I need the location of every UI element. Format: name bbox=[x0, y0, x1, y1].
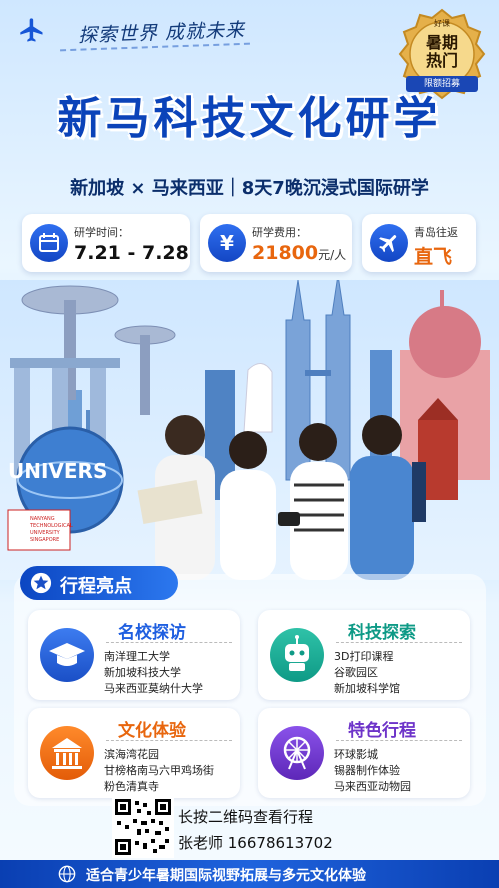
badge-main-text: 暑期 热门 bbox=[396, 34, 488, 70]
feature-item: 环球影城 bbox=[334, 748, 378, 761]
svg-text:¥: ¥ bbox=[220, 231, 234, 255]
sign-line-3: UNIVERSITY bbox=[30, 530, 61, 536]
feature-divider bbox=[336, 642, 462, 643]
calendar-icon bbox=[30, 224, 68, 262]
feature-item: 甘榜格南马六甲鸡场街 bbox=[104, 764, 214, 777]
fee-value-group: 21800元/人 bbox=[252, 242, 346, 264]
feature-item: 滨海湾花园 bbox=[104, 748, 159, 761]
airplane-icon bbox=[20, 18, 43, 42]
sign-line-2: TECHNOLOGICAL bbox=[29, 523, 73, 529]
highlights-heading: 行程亮点 bbox=[20, 566, 178, 600]
info-card-flight: 青岛往返 直飞 bbox=[362, 214, 476, 272]
fee-unit: 元/人 bbox=[318, 248, 347, 262]
badge-line-2: 热门 bbox=[425, 51, 458, 70]
travel-photo: UNIVERS NANYANG TECHNOLOGICAL UNIVERSITY… bbox=[0, 280, 499, 580]
flight-label: 青岛往返 bbox=[414, 226, 458, 239]
footer-banner: 适合青少年暑期国际视野拓展与多元文化体验 bbox=[0, 860, 499, 888]
info-card-dates: 研学时间： 7.21 - 7.28 bbox=[22, 214, 190, 272]
qr-hint: 长按二维码查看行程 bbox=[178, 808, 314, 826]
page-title: 新马科技文化研学 bbox=[57, 93, 442, 144]
sign-line-1: NANYANG bbox=[30, 516, 55, 522]
graduation-cap-icon bbox=[40, 628, 94, 682]
yen-icon: ¥ bbox=[208, 224, 246, 262]
feature-item: 南洋理工大学 bbox=[104, 650, 170, 663]
flight-value: 直飞 bbox=[414, 246, 453, 268]
qr-code[interactable] bbox=[112, 796, 174, 858]
feature-card-culture: 文化体验 滨海湾花园 甘榜格南马六甲鸡场街 粉色清真寺 bbox=[28, 708, 240, 798]
scene-illustration: UNIVERS NANYANG TECHNOLOGICAL UNIVERSITY… bbox=[0, 280, 499, 580]
feature-item: 谷歌园区 bbox=[334, 666, 378, 679]
footer-text: 适合青少年暑期国际视野拓展与多元文化体验 bbox=[86, 868, 366, 884]
fee-label: 研学费用： bbox=[252, 226, 307, 239]
feature-item: 马来西亚动物园 bbox=[334, 780, 411, 793]
feature-item: 马来西亚莫纳什大学 bbox=[104, 682, 203, 695]
feature-title: 文化体验 bbox=[118, 721, 186, 741]
feature-item: 锡器制作体验 bbox=[334, 764, 400, 777]
dates-value: 7.21 - 7.28 bbox=[74, 242, 189, 264]
star-icon bbox=[30, 572, 52, 594]
page-subtitle: 新加坡 × 马来西亚｜8天7晚沉浸式国际研学 bbox=[70, 178, 429, 199]
feature-title: 名校探访 bbox=[118, 623, 186, 643]
feature-item: 新加坡科学馆 bbox=[334, 682, 400, 695]
robot-icon bbox=[270, 628, 324, 682]
feature-item: 粉色清真寺 bbox=[104, 780, 159, 793]
feature-card-tech: 科技探索 3D打印课程 谷歌园区 新加坡科学馆 bbox=[258, 610, 470, 700]
poster: 探索世界 成就未来 好课 暑期 热门 限额招募 新马科技文化研学 新加坡 × 马… bbox=[0, 0, 499, 888]
temple-icon bbox=[40, 726, 94, 780]
badge-line-1: 暑期 bbox=[425, 33, 458, 52]
sign-line-4: SINGAPORE bbox=[30, 537, 59, 543]
info-card-fee: ¥ 研学费用： 21800元/人 bbox=[200, 214, 352, 272]
feature-divider bbox=[106, 740, 232, 741]
feature-divider bbox=[336, 740, 462, 741]
globe-text: UNIVERS bbox=[8, 459, 107, 483]
feature-card-special: 特色行程 环球影城 锡器制作体验 马来西亚动物园 bbox=[258, 708, 470, 798]
dates-label: 研学时间： bbox=[74, 226, 129, 239]
feature-divider bbox=[106, 642, 232, 643]
feature-item: 新加坡科技大学 bbox=[104, 666, 181, 679]
feature-title: 科技探索 bbox=[348, 623, 416, 643]
badge-small-text: 好课 bbox=[434, 19, 450, 28]
feature-item: 3D打印课程 bbox=[334, 650, 394, 663]
feature-title: 特色行程 bbox=[348, 721, 416, 741]
highlights-title: 行程亮点 bbox=[60, 576, 132, 597]
feature-card-universities: 名校探访 南洋理工大学 新加坡科技大学 马来西亚莫纳什大学 bbox=[28, 610, 240, 700]
contact-name-phone[interactable]: 张老师 16678613702 bbox=[178, 832, 333, 853]
ferris-wheel-icon bbox=[270, 726, 324, 780]
airplane-icon bbox=[370, 224, 408, 262]
globe-icon bbox=[58, 865, 76, 883]
qr-code-pattern bbox=[115, 799, 171, 855]
fee-value: 21800 bbox=[252, 242, 319, 264]
